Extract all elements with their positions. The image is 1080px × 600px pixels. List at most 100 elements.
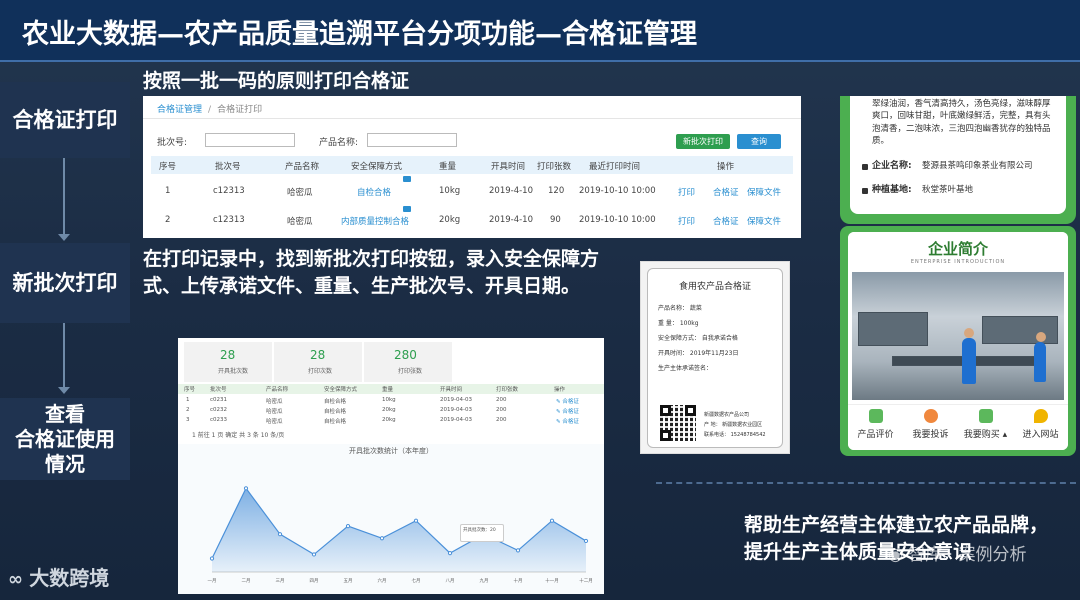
- table-row: 哈密瓜: [287, 217, 313, 227]
- stat-card-sheets: 280 打印张数: [364, 342, 452, 382]
- x-tick-label: 八月: [446, 578, 455, 584]
- wechat-icon: ◉: [888, 545, 909, 565]
- certificate-link[interactable]: ✎ 合格证: [556, 417, 579, 425]
- table-row: 10kg: [439, 186, 461, 196]
- print-link[interactable]: 打印: [678, 186, 695, 198]
- certificate-title: 食用农产品合格证: [678, 282, 751, 292]
- review-icon: [868, 409, 883, 423]
- cart-icon: [978, 409, 993, 423]
- table-row: 1: [186, 397, 190, 403]
- x-tick-label: 七月: [412, 577, 421, 584]
- nav-buy[interactable]: 我要购买 ▴: [958, 409, 1013, 440]
- table-row: 3: [186, 417, 190, 423]
- guarantee-file-link[interactable]: 保障文件: [747, 186, 781, 198]
- certificate-link[interactable]: 合格证: [713, 186, 739, 198]
- certificate-link[interactable]: 合格证: [713, 215, 739, 227]
- data-point: [345, 524, 351, 529]
- caption-new-batch-steps: 在打印记录中，找到新批次打印按钮，录入安全保障方式、上传承诺文件、重量、生产批次…: [143, 248, 600, 297]
- brand-logo: ∞ 大数跨境: [8, 562, 109, 591]
- guarantee-file-link[interactable]: 保障文件: [747, 215, 781, 227]
- banner-title: 企业简介: [927, 240, 988, 258]
- data-point: [549, 518, 555, 523]
- nav-label: 我要购买 ▴: [963, 430, 1008, 440]
- step-label: 合格证打印: [12, 107, 118, 132]
- certificate-link[interactable]: ✎ 合格证: [556, 407, 579, 415]
- col-header: 批次号: [210, 387, 227, 393]
- data-point: [515, 548, 521, 553]
- certificate-line: 生产主体承诺签名：: [658, 365, 713, 372]
- mobile-company-intro: 企业简介 ENTERPRISE INTRODUCTION 产品评价 我要投诉 我…: [840, 226, 1076, 456]
- print-link[interactable]: 打印: [678, 215, 695, 227]
- table-row: c0232: [210, 407, 228, 413]
- company-intro-banner: 企业简介 ENTERPRISE INTRODUCTION: [848, 232, 1068, 274]
- breadcrumb-root[interactable]: 合格证管理: [157, 105, 202, 115]
- nav-label: 产品评价: [857, 430, 894, 440]
- caption-one-batch-one-code: 按照一批一码的原则打印合格证: [143, 70, 410, 92]
- x-tick-label: 四月: [310, 578, 319, 584]
- table-row: 120: [548, 186, 565, 196]
- safety-method-link[interactable]: 内部质量控制合格: [341, 215, 409, 227]
- chart-tooltip: 开具批次数：20: [460, 524, 504, 542]
- nav-label: 我要投诉: [912, 430, 949, 440]
- dashed-divider: [656, 482, 1076, 484]
- certificate-link[interactable]: ✎ 合格证: [556, 397, 579, 405]
- table-row: 20kg: [382, 407, 396, 413]
- arrow-down-icon: [58, 234, 70, 241]
- breadcrumb: 合格证管理 / 合格证打印: [157, 105, 263, 115]
- table-row: 哈密瓜: [287, 188, 313, 198]
- banner-subtitle: ENTERPRISE INTRODUCTION: [910, 259, 1006, 265]
- col-header: 重量: [439, 162, 457, 172]
- worker-figure: [1034, 332, 1046, 382]
- x-tick-label: 十二月: [579, 577, 593, 584]
- description-line: 泡清香，二泡味浓，三泡四泡幽香犹存的独特品: [872, 123, 1051, 134]
- product-input[interactable]: [367, 133, 457, 147]
- certificate-footer: 新疆数据农产品公司: [704, 412, 750, 418]
- table-row: 2019-10-10 10:00: [579, 186, 656, 196]
- table-row: 20kg: [382, 417, 396, 423]
- x-tick-label: 九月: [480, 577, 489, 584]
- certificate-preview: 食用农产品合格证 产品名称： 蔬菜 重 量： 100kg 安全保障方式： 自我承…: [640, 261, 790, 454]
- certificate-card: 食用农产品合格证 产品名称： 蔬菜 重 量： 100kg 安全保障方式： 自我承…: [647, 268, 783, 448]
- nav-complaint[interactable]: 我要投诉: [903, 409, 958, 440]
- nav-website[interactable]: 进入网站: [1013, 409, 1068, 440]
- qr-corner: [660, 405, 671, 416]
- certificate-print-panel: 合格证管理 / 合格证打印 批次号: 产品名称: 新批次打印 查询 序号 批次号 产…: [143, 96, 801, 238]
- document-icon: [403, 176, 411, 182]
- table-row: 2019-04-03: [440, 417, 472, 423]
- machine: [858, 312, 928, 346]
- nav-product-review[interactable]: 产品评价: [848, 409, 903, 440]
- col-header: 批次号: [215, 162, 241, 172]
- col-header: 打印张数: [537, 162, 572, 172]
- table-row: 2019-4-10: [489, 186, 533, 196]
- query-button[interactable]: 查询: [737, 134, 781, 149]
- wechat-text: 智库 · 案例分析: [908, 545, 1027, 565]
- new-batch-print-button[interactable]: 新批次打印: [676, 134, 730, 149]
- table-row: 自检合格: [324, 409, 347, 415]
- table-row: 200: [496, 397, 507, 403]
- batch-label: 批次号:: [157, 138, 188, 148]
- col-header: 最近打印时间: [589, 162, 641, 172]
- col-header: 操作: [717, 162, 735, 172]
- col-header: 安全保障方式: [351, 162, 403, 172]
- stat-label: 开具批次数: [218, 368, 249, 375]
- table-row: 2019-04-03: [440, 397, 472, 403]
- base-value: 秋堂茶叶基地: [922, 185, 974, 195]
- col-header: 开具时间: [440, 387, 463, 393]
- company-label: 企业名称:: [872, 161, 912, 171]
- col-header: 序号: [159, 162, 177, 172]
- certificate-footer: 联系电话： 15248784542: [704, 432, 766, 438]
- x-tick-label: 五月: [344, 578, 353, 584]
- bullet-icon: [862, 188, 868, 194]
- stat-value: 28: [310, 348, 326, 362]
- col-header: 序号: [184, 387, 196, 393]
- pagination[interactable]: 1 前往 1 页 确定 共 3 条 10 条/页: [192, 430, 284, 439]
- col-header: 打印张数: [496, 387, 519, 393]
- table-row: c12313: [213, 186, 245, 196]
- safety-method-link[interactable]: 自检合格: [357, 186, 391, 198]
- tooltip-text: 开具批次数：20: [463, 528, 496, 533]
- table-row: 200: [496, 407, 507, 413]
- x-tick-label: 二月: [242, 578, 251, 584]
- table-row: 90: [550, 215, 561, 225]
- batch-input[interactable]: [205, 133, 295, 147]
- certificate-line: 重 量： 100kg: [658, 320, 699, 327]
